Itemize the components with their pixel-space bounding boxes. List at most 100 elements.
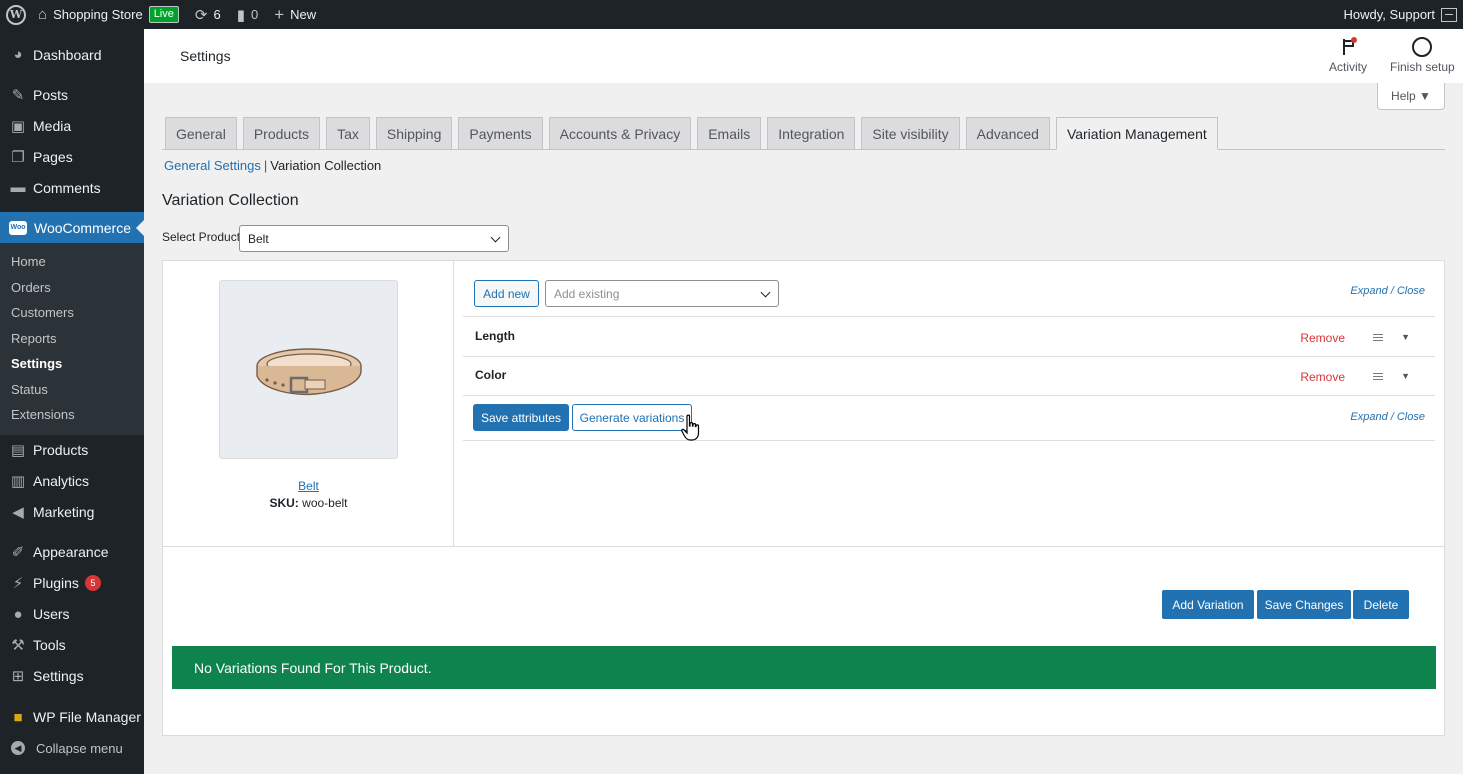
menu-analytics[interactable]: ▥ Analytics (0, 466, 144, 497)
menu-comments[interactable]: ▬ Comments (0, 172, 144, 203)
menu-label: Analytics (33, 473, 90, 489)
wordpress-logo-icon: W (6, 4, 26, 25)
expand-toggle-icon[interactable]: ▼ (1401, 371, 1410, 381)
menu-users[interactable]: ● Users (0, 599, 144, 630)
tab-variation-management[interactable]: Variation Management (1055, 117, 1218, 150)
row-divider (463, 440, 1435, 441)
sku-label: SKU: (269, 496, 299, 510)
menu-tools[interactable]: ⚒ Tools (0, 630, 144, 661)
comments-link[interactable]: ▮ 0 (229, 0, 267, 29)
tab-general[interactable]: General (165, 117, 237, 150)
admin-bar: W ⌂ Shopping Store Live ⟳ 6 ▮ 0 + New Ho… (0, 0, 1463, 29)
site-name-link[interactable]: ⌂ Shopping Store Live (34, 0, 187, 29)
variation-collection-current: Variation Collection (270, 158, 382, 173)
add-new-attribute-button[interactable]: Add new (474, 280, 539, 307)
product-sku: SKU: woo-belt (163, 496, 454, 510)
menu-label: Media (33, 117, 72, 134)
submenu-customers[interactable]: Customers (0, 300, 144, 326)
save-changes-button[interactable]: Save Changes (1257, 590, 1351, 619)
tabs-divider (162, 149, 1445, 150)
activity-button[interactable]: Activity (1329, 37, 1367, 74)
remove-attribute-link[interactable]: Remove (1300, 370, 1345, 384)
hand-cursor-icon (681, 414, 700, 441)
submenu-home[interactable]: Home (0, 249, 144, 275)
new-label: New (290, 7, 317, 22)
pushpin-icon: ✎ (11, 86, 25, 104)
tab-accounts-privacy[interactable]: Accounts & Privacy (548, 117, 692, 150)
tab-site-visibility[interactable]: Site visibility (861, 117, 960, 150)
tab-emails[interactable]: Emails (697, 117, 762, 150)
expand-close-link-top[interactable]: Expand / Close (1350, 285, 1425, 297)
comments-count: 0 (250, 7, 259, 22)
row-divider (463, 395, 1435, 396)
menu-label: WP File Manager (33, 709, 141, 725)
submenu-status[interactable]: Status (0, 377, 144, 403)
generate-variations-button[interactable]: Generate variations (572, 404, 692, 431)
delete-button[interactable]: Delete (1353, 590, 1409, 619)
submenu-settings[interactable]: Settings (0, 351, 144, 377)
drag-handle-icon[interactable] (1373, 334, 1383, 341)
tab-advanced[interactable]: Advanced (965, 117, 1050, 150)
remove-attribute-link[interactable]: Remove (1300, 331, 1345, 345)
updates-link[interactable]: ⟳ 6 (187, 0, 229, 29)
section-title: Variation Collection (162, 192, 299, 209)
menu-settings[interactable]: ⊞ Settings (0, 661, 144, 692)
menu-marketing[interactable]: ◀ Marketing (0, 497, 144, 528)
comments-icon: ▬ (10, 179, 26, 196)
no-variations-notice: No Variations Found For This Product. (172, 646, 1436, 689)
avatar (1441, 7, 1457, 22)
menu-dashboard[interactable]: ◕ Dashboard (0, 39, 144, 70)
chevron-down-icon (490, 232, 501, 243)
menu-label: WooCommerce (34, 219, 131, 236)
plus-icon: + (274, 4, 285, 24)
help-tab-button[interactable]: Help ▼ (1377, 83, 1445, 110)
tab-tax[interactable]: Tax (326, 117, 370, 150)
menu-media[interactable]: ▣ Media (0, 110, 144, 141)
woocommerce-submenu: Home Orders Customers Reports Settings S… (0, 243, 144, 435)
drag-handle-icon[interactable] (1373, 373, 1383, 380)
product-name-link[interactable]: Belt (163, 479, 454, 493)
page-title: Settings (180, 48, 231, 64)
activity-flag-icon (1338, 37, 1358, 57)
submenu-reports[interactable]: Reports (0, 326, 144, 352)
expand-close-link-bottom[interactable]: Expand / Close (1350, 411, 1425, 423)
menu-label: Dashboard (33, 46, 102, 63)
menu-label: Marketing (33, 504, 95, 520)
paintbrush-icon: ✐ (11, 544, 25, 561)
tab-payments[interactable]: Payments (458, 117, 543, 150)
megaphone-icon: ◀ (12, 504, 24, 521)
tab-shipping[interactable]: Shipping (375, 117, 453, 150)
menu-posts[interactable]: ✎ Posts (0, 79, 144, 110)
menu-woocommerce[interactable]: Woo WooCommerce (0, 212, 144, 243)
menu-label: Tools (33, 637, 66, 653)
menu-pages[interactable]: ❐ Pages (0, 141, 144, 172)
dashboard-icon: ◕ (13, 46, 23, 63)
submenu-orders[interactable]: Orders (0, 275, 144, 301)
attribute-row[interactable]: Color Remove ▼ (463, 356, 1435, 395)
menu-appearance[interactable]: ✐ Appearance (0, 537, 144, 568)
attribute-row[interactable]: Length Remove ▼ (463, 317, 1435, 356)
add-existing-placeholder: Add existing (554, 286, 620, 301)
wordpress-logo-menu[interactable]: W (0, 0, 34, 29)
select-product-value: Belt (248, 231, 269, 246)
expand-toggle-icon[interactable]: ▼ (1401, 332, 1410, 342)
collapse-menu-button[interactable]: ◀ Collapse menu (0, 733, 144, 764)
add-variation-button[interactable]: Add Variation (1162, 590, 1254, 619)
howdy-text: Howdy, Support (1343, 7, 1435, 22)
finish-setup-button[interactable]: Finish setup (1390, 37, 1455, 74)
my-account-menu[interactable]: Howdy, Support (1335, 0, 1463, 29)
menu-products[interactable]: ▤ Products (0, 435, 144, 466)
menu-label: Appearance (33, 544, 109, 560)
menu-plugins[interactable]: ⚡ Plugins 5 (0, 568, 144, 599)
settings-icon: ⊞ (11, 668, 25, 685)
save-attributes-button[interactable]: Save attributes (473, 404, 569, 431)
menu-wp-file-manager[interactable]: ■ WP File Manager (0, 702, 144, 733)
submenu-extensions[interactable]: Extensions (0, 402, 144, 428)
add-existing-attribute-select[interactable]: Add existing (545, 280, 779, 307)
new-content-link[interactable]: + New (266, 0, 324, 29)
general-settings-link[interactable]: General Settings (164, 158, 261, 173)
panel-divider (163, 546, 1444, 547)
select-product-dropdown[interactable]: Belt (239, 225, 509, 252)
tab-products[interactable]: Products (242, 117, 321, 150)
tab-integration[interactable]: Integration (767, 117, 856, 150)
